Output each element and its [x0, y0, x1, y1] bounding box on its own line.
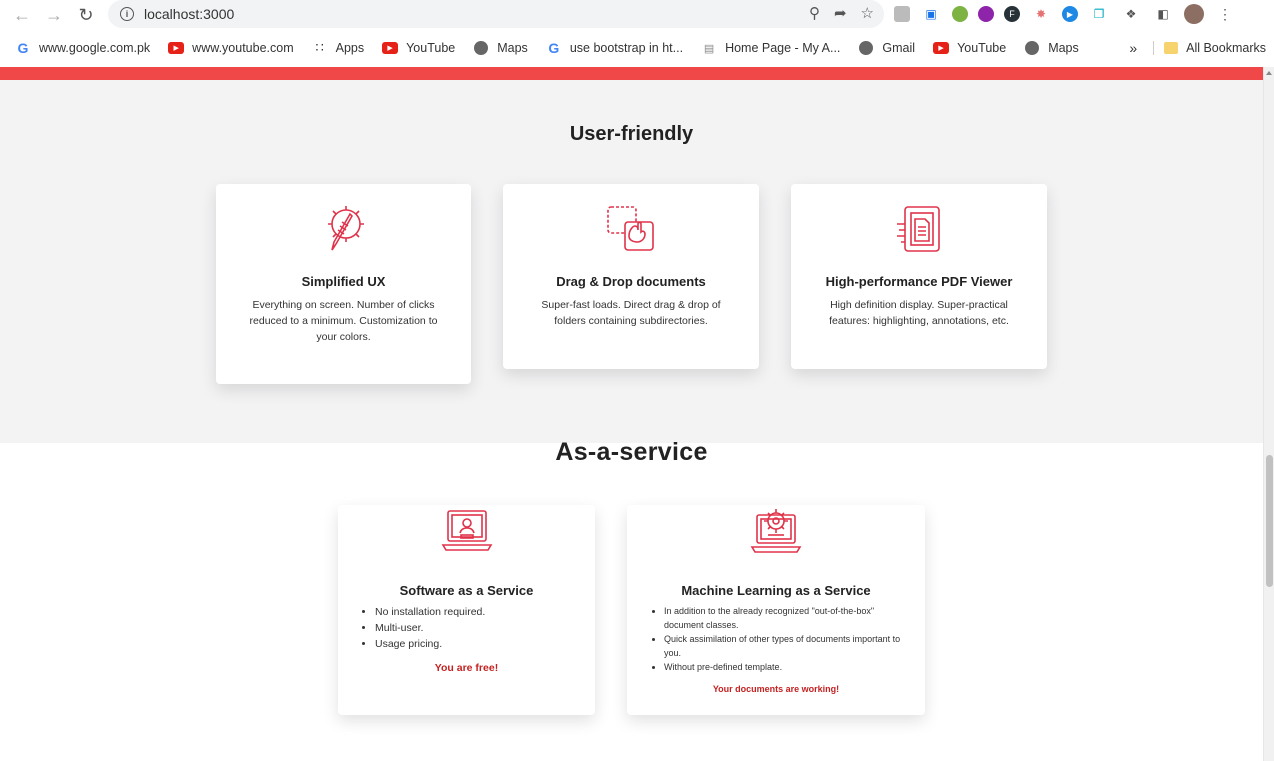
extension-play-icon[interactable]: ▶: [1062, 6, 1078, 22]
bookmark-label: YouTube: [957, 41, 1007, 55]
extension-f-icon[interactable]: F: [1004, 6, 1020, 22]
back-arrow-icon[interactable]: ←: [6, 1, 38, 29]
extension-screen-icon[interactable]: ▣: [920, 3, 942, 25]
laptop-gear-icon: [750, 509, 802, 553]
service-card-mlaas: Machine Learning as a Service In additio…: [627, 505, 925, 715]
browser-toolbar: ← → ↻ i localhost:3000 ⚲ ➦ ☆ ▣ F ✸ ▶ ❐ ❖…: [0, 0, 1274, 30]
feature-list: In addition to the already recognized "o…: [627, 604, 925, 674]
list-item: Without pre-defined template.: [664, 660, 925, 674]
forward-arrow-icon[interactable]: →: [38, 1, 70, 29]
bookmark-maps[interactable]: Maps: [473, 41, 528, 55]
feature-card-simplified-ux: Simplified UX Everything on screen. Numb…: [216, 184, 471, 384]
zoom-icon[interactable]: ⚲: [809, 4, 820, 22]
pencil-gear-icon: [327, 206, 364, 251]
url-text: localhost:3000: [144, 6, 235, 22]
bookmark-bootstrap[interactable]: Guse bootstrap in ht...: [546, 40, 684, 56]
globe-icon: [859, 41, 874, 55]
pdf-viewer-icon: [897, 206, 940, 252]
bookmark-label: www.google.com.pk: [39, 41, 151, 55]
side-panel-icon[interactable]: ◧: [1152, 3, 1174, 25]
more-bookmarks-button[interactable]: »: [1129, 40, 1137, 56]
scrollbar-thumb[interactable]: [1266, 455, 1273, 587]
bookmarks-right: » All Bookmarks: [1129, 40, 1266, 56]
bookmark-maps-2[interactable]: Maps: [1024, 41, 1079, 55]
bookmark-label: use bootstrap in ht...: [569, 41, 684, 55]
globe-icon: [474, 41, 489, 55]
header-accent-bar: [0, 67, 1263, 80]
document-icon: ▤: [703, 42, 715, 55]
extension-color-icon[interactable]: [978, 6, 994, 22]
youtube-icon: ▶: [933, 42, 950, 54]
profile-avatar[interactable]: [1184, 4, 1204, 24]
folder-icon: [1164, 42, 1179, 54]
all-bookmarks-button[interactable]: All Bookmarks: [1153, 41, 1266, 55]
youtube-icon: ▶: [168, 42, 185, 54]
bookmark-home-page[interactable]: ▤ Home Page - My A...: [701, 41, 841, 55]
extensions-area: ▣ F ✸ ▶ ❐ ❖ ◧ ⋮: [894, 3, 1236, 25]
bookmark-label: Maps: [497, 41, 528, 55]
extension-avatar-icon[interactable]: [894, 6, 910, 22]
list-item: In addition to the already recognized "o…: [664, 604, 925, 632]
bookmark-label: Gmail: [882, 41, 916, 55]
feature-card-drag-drop: Drag & Drop documents Super-fast loads. …: [503, 184, 759, 369]
page-scrollbar[interactable]: [1263, 67, 1274, 761]
card-description: Everything on screen. Number of clicks r…: [249, 299, 438, 343]
bookmark-google[interactable]: Gwww.google.com.pk: [15, 40, 151, 56]
list-item: Multi-user.: [375, 620, 595, 636]
list-item: Usage pricing.: [375, 636, 595, 652]
bookmark-gmail[interactable]: Gmail: [858, 41, 915, 55]
bookmark-youtube-com[interactable]: ▶ www.youtube.com: [168, 41, 294, 55]
bookmark-youtube[interactable]: ▶ YouTube: [382, 41, 455, 55]
page-viewport: User-friendly Simplified UX Everything o…: [0, 67, 1263, 761]
list-item: No installation required.: [375, 604, 595, 620]
feature-list: No installation required. Multi-user. Us…: [338, 604, 595, 652]
apps-grid-icon: ∷: [315, 40, 324, 55]
as-a-service-heading: As-a-service: [555, 438, 708, 466]
bookmark-label: Maps: [1048, 41, 1079, 55]
extension-bulb-icon[interactable]: [952, 6, 968, 22]
scroll-up-arrow-icon[interactable]: [1266, 71, 1272, 75]
bookmark-label: YouTube: [406, 41, 456, 55]
bookmark-apps[interactable]: ∷ Apps: [312, 40, 365, 55]
card-tagline: Your documents are working!: [712, 684, 840, 694]
card-title: Simplified UX: [301, 274, 386, 289]
bookmarks-bar: Gwww.google.com.pk ▶ www.youtube.com ∷ App…: [0, 36, 1274, 60]
user-friendly-heading: User-friendly: [569, 123, 694, 145]
youtube-icon: ▶: [382, 42, 399, 54]
card-description: Super-fast loads. Direct drag & drop of …: [541, 299, 721, 327]
laptop-user-icon: [441, 510, 492, 551]
drag-drop-icon: [607, 206, 654, 251]
site-info-icon[interactable]: i: [120, 7, 134, 21]
extensions-puzzle-icon[interactable]: ❖: [1120, 3, 1142, 25]
card-title: High-performance PDF Viewer: [825, 274, 1013, 289]
card-tagline: You are free!: [434, 662, 499, 674]
address-bar[interactable]: i localhost:3000 ⚲ ➦ ☆: [108, 0, 884, 28]
card-title: Drag & Drop documents: [556, 274, 706, 289]
google-icon: G: [17, 40, 29, 56]
bookmark-youtube-2[interactable]: ▶ YouTube: [933, 41, 1006, 55]
reload-icon[interactable]: ↻: [70, 1, 102, 29]
bookmark-label: Apps: [335, 41, 365, 55]
card-description: High definition display. Super-practical…: [829, 299, 1009, 327]
feature-card-pdf-viewer: High-performance PDF Viewer High definit…: [791, 184, 1047, 369]
extension-bug-icon[interactable]: ✸: [1030, 3, 1052, 25]
card-title: Software as a Service: [399, 583, 534, 598]
all-bookmarks-label: All Bookmarks: [1186, 41, 1266, 55]
bookmark-label: www.youtube.com: [192, 41, 294, 55]
bookmark-label: Home Page - My A...: [725, 41, 841, 55]
bookmark-star-icon[interactable]: ☆: [861, 4, 874, 22]
google-icon: G: [548, 40, 560, 56]
list-item: Quick assimilation of other types of doc…: [664, 632, 925, 660]
extension-copy-icon[interactable]: ❐: [1088, 3, 1110, 25]
globe-icon: [1025, 41, 1040, 55]
share-icon[interactable]: ➦: [834, 4, 847, 22]
service-card-saas: Software as a Service No installation re…: [338, 505, 595, 715]
menu-dots-icon[interactable]: ⋮: [1214, 3, 1236, 25]
card-title: Machine Learning as a Service: [681, 583, 871, 598]
